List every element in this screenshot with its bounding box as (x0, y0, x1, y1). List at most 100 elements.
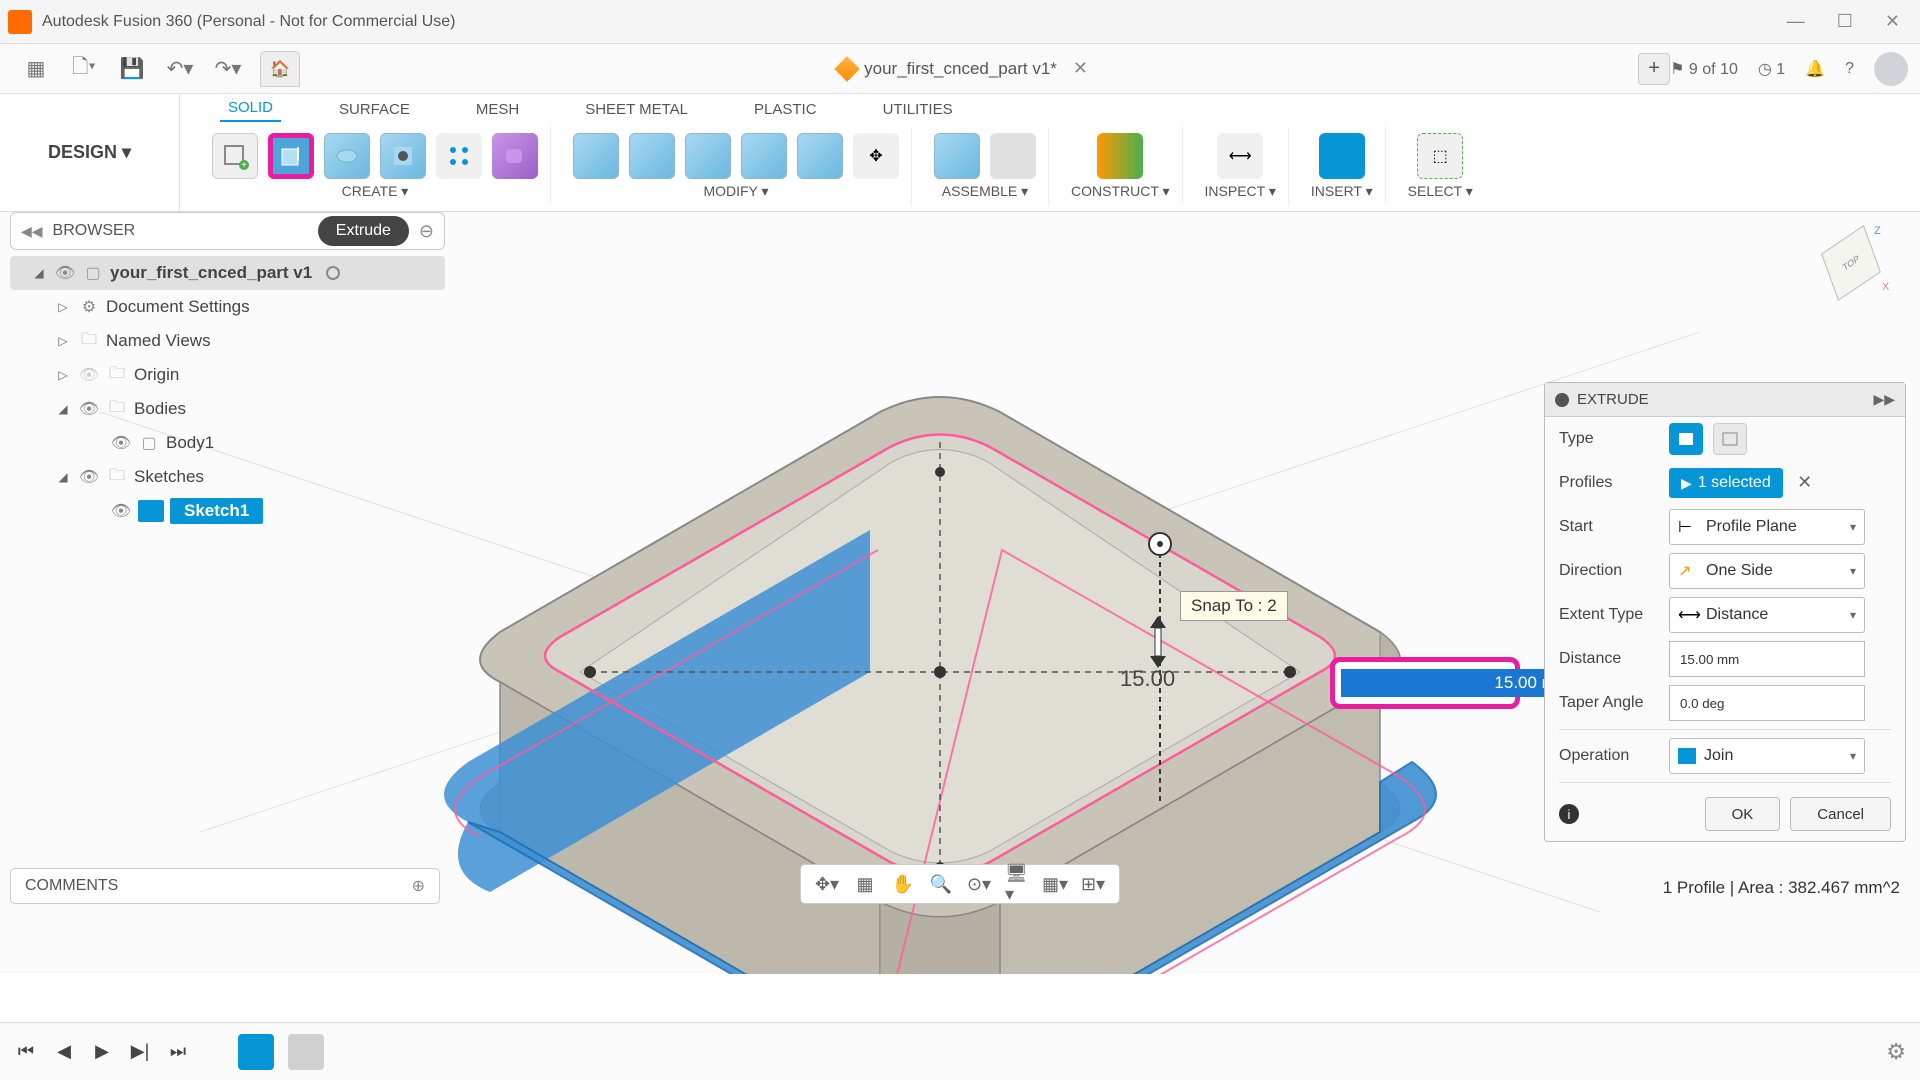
cancel-button[interactable]: Cancel (1790, 797, 1891, 831)
comments-bar[interactable]: COMMENTS ⊕ (10, 868, 440, 904)
dimension-input[interactable] (1341, 669, 1578, 697)
inspect-icon[interactable]: ⟷ (1217, 133, 1263, 179)
shell-icon[interactable] (685, 133, 731, 179)
construct-group-label[interactable]: CONSTRUCT ▾ (1071, 183, 1170, 200)
press-pull-icon[interactable] (573, 133, 619, 179)
tree-bodies[interactable]: ◢👁🗀 Bodies (10, 392, 445, 426)
tab-mesh[interactable]: MESH (468, 97, 527, 122)
timeline-play-icon[interactable]: ▶ (90, 1040, 114, 1064)
insert-icon[interactable] (1319, 133, 1365, 179)
timeline-settings-icon[interactable]: ⚙ (1886, 1039, 1906, 1065)
tree-sketches[interactable]: ◢👁🗀 Sketches (10, 460, 445, 494)
timeline-feature-extrude[interactable] (288, 1034, 324, 1070)
profiles-selection-badge[interactable]: ▶ 1 selected (1669, 468, 1783, 498)
user-avatar[interactable] (1874, 52, 1908, 86)
viewport-icon[interactable]: ⊞▾ (1081, 872, 1105, 896)
zoom-icon[interactable]: 🔍 (929, 872, 953, 896)
tree-named-views[interactable]: ▷🗀 Named Views (10, 324, 445, 358)
type-thin-icon[interactable] (1713, 423, 1747, 455)
operation-dropdown[interactable]: Join ▾ (1669, 738, 1865, 774)
file-menu-icon[interactable]: 🗋▾ (70, 55, 98, 83)
extensions-indicator[interactable]: ⚑ 9 of 10 (1670, 59, 1738, 79)
info-icon[interactable]: i (1559, 804, 1579, 824)
close-tab-icon[interactable]: ✕ (1073, 58, 1088, 79)
tab-plastic[interactable]: PLASTIC (746, 97, 825, 122)
main-viewport-area: ◀◀ BROWSER Extrude ⊖ ◢ 👁 ▢ your_first_cn… (0, 212, 1920, 974)
look-at-icon[interactable]: ▦ (853, 872, 877, 896)
redo-icon[interactable]: ↷▾ (214, 55, 242, 83)
modify-group-label[interactable]: MODIFY ▾ (703, 183, 768, 200)
timeline-prev-icon[interactable]: ◀ (52, 1040, 76, 1064)
save-icon[interactable]: 💾 (118, 55, 146, 83)
fillet-icon[interactable] (629, 133, 675, 179)
home-button[interactable]: 🏠 (260, 51, 300, 87)
close-button[interactable]: ✕ (1885, 11, 1900, 32)
collapse-left-icon[interactable]: ◀◀ (21, 223, 43, 240)
joint-icon[interactable] (990, 133, 1036, 179)
maximize-button[interactable]: ☐ (1837, 11, 1853, 32)
offset-face-icon[interactable] (797, 133, 843, 179)
extent-dropdown[interactable]: ⟷ Distance ▾ (1669, 597, 1865, 633)
create-group-label[interactable]: CREATE ▾ (342, 183, 409, 200)
pattern-tool-icon[interactable] (436, 133, 482, 179)
svg-text:X: X (1882, 281, 1890, 293)
undo-icon[interactable]: ↶▾ (166, 55, 194, 83)
new-sketch-icon[interactable]: + (212, 133, 258, 179)
taper-input[interactable] (1669, 685, 1865, 721)
direction-label: Direction (1559, 562, 1669, 580)
construct-icon[interactable] (1097, 133, 1143, 179)
type-solid-icon[interactable] (1669, 423, 1703, 455)
timeline-feature-sketch[interactable] (238, 1034, 274, 1070)
tree-document-settings[interactable]: ▷⚙ Document Settings (10, 290, 445, 324)
add-comment-icon[interactable]: ⊕ (412, 876, 425, 896)
hole-tool-icon[interactable] (380, 133, 426, 179)
tab-solid[interactable]: SOLID (220, 95, 281, 122)
panel-bullet-icon (1555, 393, 1569, 407)
tab-surface[interactable]: SURFACE (331, 97, 418, 122)
tree-origin[interactable]: ▷👁🗀 Origin (10, 358, 445, 392)
grid-icon[interactable]: ▦▾ (1043, 872, 1067, 896)
tab-utilities[interactable]: UTILITIES (875, 97, 961, 122)
assemble-group-label[interactable]: ASSEMBLE ▾ (942, 183, 1028, 200)
notifications-icon[interactable]: 🔔 (1805, 59, 1825, 79)
distance-input[interactable] (1669, 641, 1865, 677)
extrude-tooltip: Extrude (318, 216, 409, 246)
tab-sheet-metal[interactable]: SHEET METAL (577, 97, 696, 122)
tree-body1[interactable]: 👁▢ Body1 (10, 426, 445, 460)
revolve-tool-icon[interactable] (324, 133, 370, 179)
minimize-button[interactable]: — (1787, 11, 1805, 32)
timeline-start-icon[interactable]: ⏮ (14, 1040, 38, 1064)
select-group-label[interactable]: SELECT ▾ (1408, 183, 1473, 200)
inspect-group-label[interactable]: INSPECT ▾ (1205, 183, 1276, 200)
display-icon[interactable]: 🖥▾ (1005, 872, 1029, 896)
help-icon[interactable]: ? (1845, 60, 1854, 78)
ok-button[interactable]: OK (1705, 797, 1781, 831)
expand-panel-icon[interactable]: ▶▶ (1873, 391, 1895, 408)
timeline-next-icon[interactable]: ▶| (128, 1040, 152, 1064)
clear-selection-icon[interactable]: ✕ (1797, 472, 1812, 492)
direction-dropdown[interactable]: ↗ One Side ▾ (1669, 553, 1865, 589)
view-cube[interactable]: ZX TOP (1814, 222, 1890, 298)
start-dropdown[interactable]: ⊢ Profile Plane ▾ (1669, 509, 1865, 545)
timeline-end-icon[interactable]: ⏭ (166, 1040, 190, 1064)
orbit-icon[interactable]: ✥▾ (815, 872, 839, 896)
document-tab[interactable]: your_first_cnced_part v1* ✕ (824, 52, 1102, 85)
grid-apps-icon[interactable]: ▦ (22, 55, 50, 83)
tree-sketch1[interactable]: 👁 Sketch1 (10, 494, 445, 528)
pan-icon[interactable]: ✋ (891, 872, 915, 896)
insert-group-label[interactable]: INSERT ▾ (1311, 183, 1373, 200)
select-icon[interactable]: ⬚ (1417, 133, 1463, 179)
extrude-tool-icon[interactable] (268, 133, 314, 179)
workspace-menu[interactable]: DESIGN ▾ (0, 94, 180, 211)
new-tab-button[interactable]: + (1638, 53, 1670, 85)
move-icon[interactable]: ✥ (853, 133, 899, 179)
combine-icon[interactable] (741, 133, 787, 179)
distance-label: Distance (1559, 650, 1669, 668)
job-status-indicator[interactable]: ◷ 1 (1758, 59, 1785, 79)
assemble-icon[interactable] (934, 133, 980, 179)
title-bar: Autodesk Fusion 360 (Personal - Not for … (0, 0, 1920, 44)
minimize-panel-icon[interactable]: ⊖ (419, 221, 434, 242)
fit-icon[interactable]: ⊙▾ (967, 872, 991, 896)
form-tool-icon[interactable] (492, 133, 538, 179)
tree-root[interactable]: ◢ 👁 ▢ your_first_cnced_part v1 (10, 256, 445, 290)
